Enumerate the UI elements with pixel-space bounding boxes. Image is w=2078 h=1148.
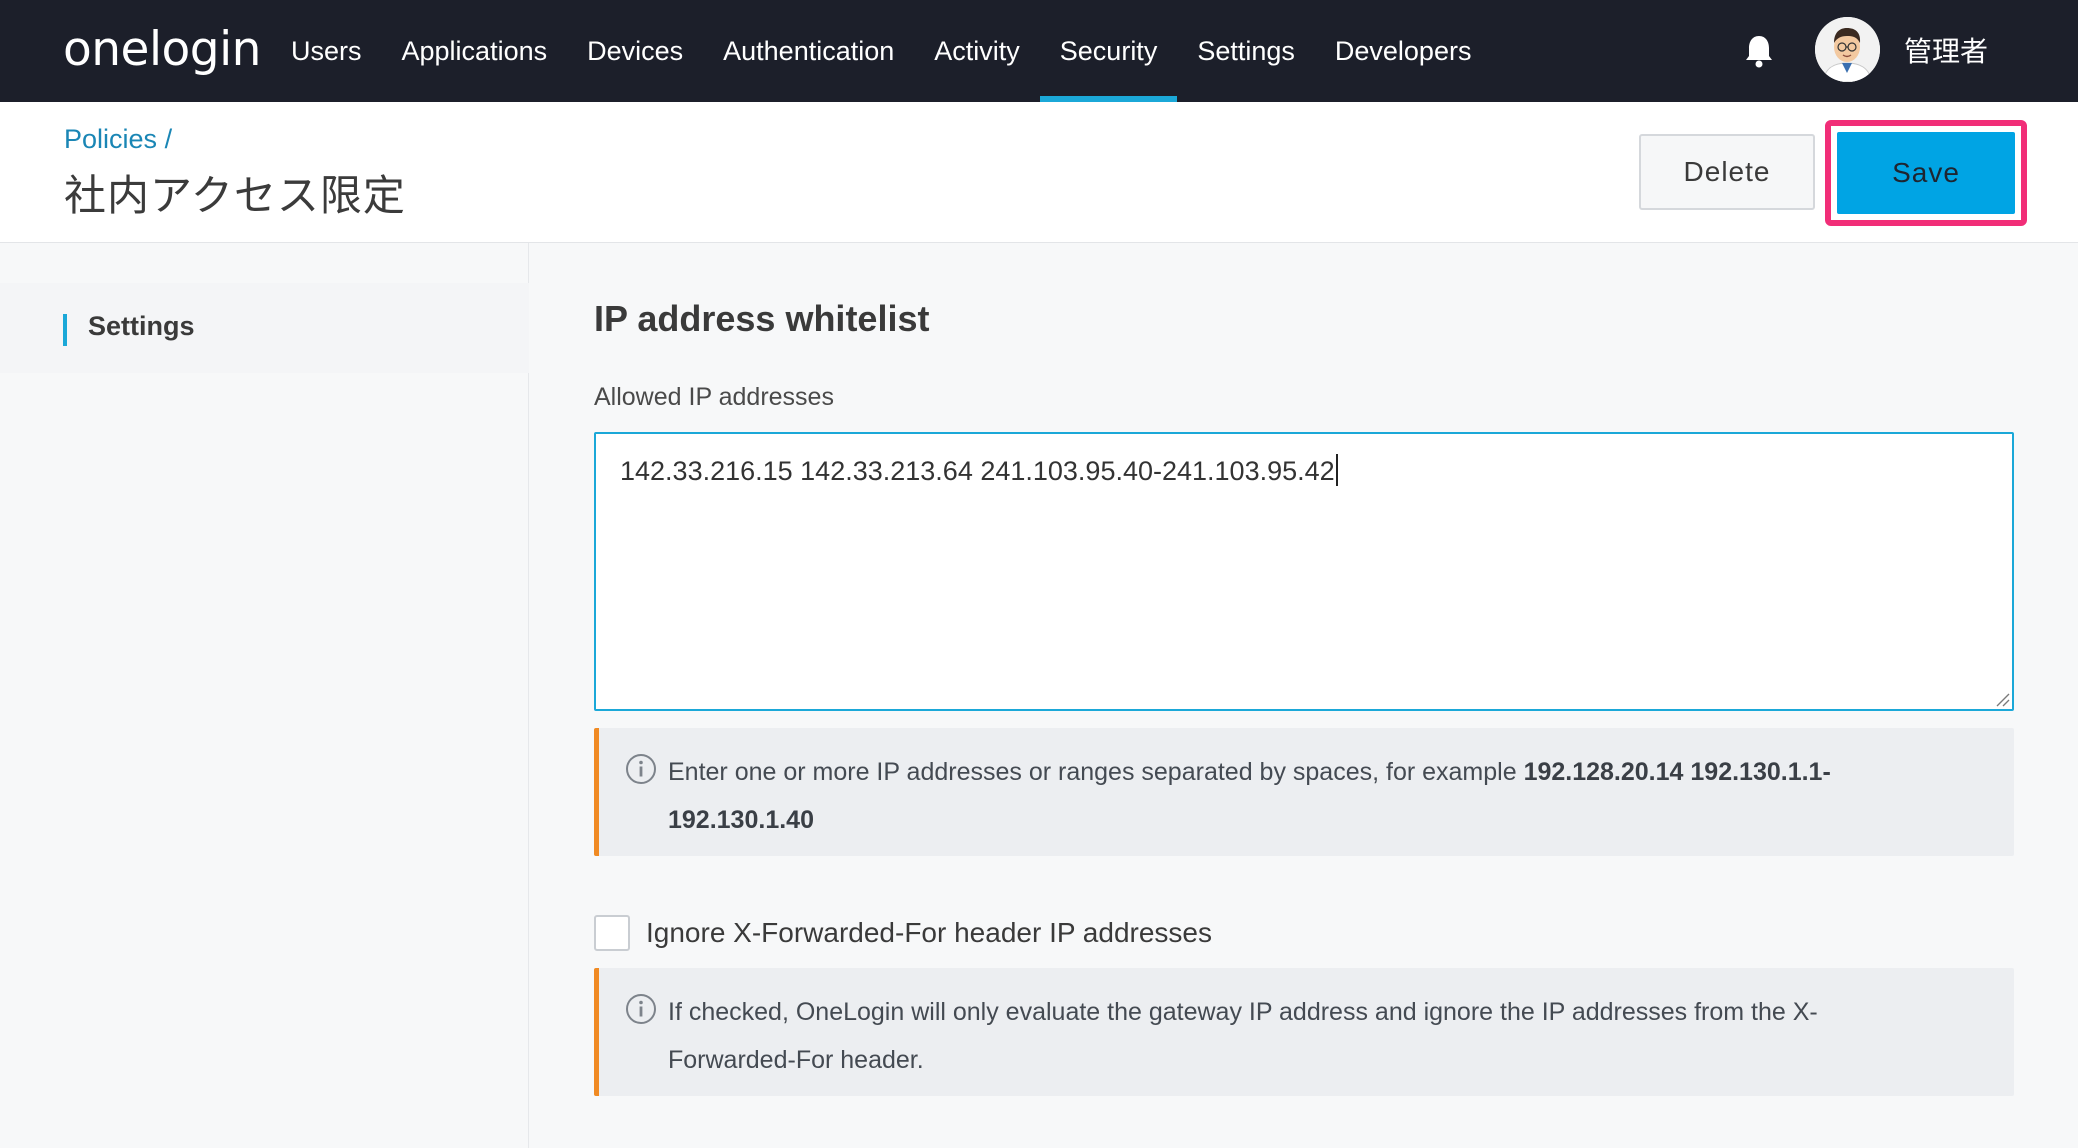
- nav-item-applications[interactable]: Applications: [382, 0, 568, 102]
- allowed-ips-textarea[interactable]: 142.33.216.15 142.33.213.64 241.103.95.4…: [594, 432, 2014, 711]
- nav-item-settings[interactable]: Settings: [1177, 0, 1315, 102]
- sidebar: Settings: [0, 243, 529, 1148]
- sidebar-item-label: Settings: [88, 311, 195, 341]
- sidebar-item-settings[interactable]: Settings: [0, 283, 529, 373]
- top-navigation-bar: onelogin Users Applications Devices Auth…: [0, 0, 2078, 102]
- user-name[interactable]: 管理者: [1904, 30, 1988, 70]
- info-icon: [626, 754, 656, 784]
- avatar[interactable]: [1815, 17, 1880, 82]
- section-title: IP address whitelist: [594, 298, 930, 339]
- main-nav: Users Applications Devices Authenticatio…: [271, 0, 1491, 102]
- page-header: Policies / 社内アクセス限定 Delete Save: [0, 102, 2078, 243]
- breadcrumb: Policies /: [64, 124, 172, 155]
- nav-item-developers[interactable]: Developers: [1315, 0, 1492, 102]
- breadcrumb-separator: /: [164, 124, 173, 154]
- xff-info-box: If checked, OneLogin will only evaluate …: [594, 968, 2014, 1096]
- nav-item-users[interactable]: Users: [271, 0, 382, 102]
- text-cursor: [1335, 454, 1338, 486]
- info-text: Enter one or more IP addresses or ranges…: [668, 758, 1524, 786]
- nav-item-devices[interactable]: Devices: [567, 0, 703, 102]
- info-icon: [626, 994, 656, 1024]
- delete-button[interactable]: Delete: [1639, 134, 1815, 210]
- breadcrumb-policies-link[interactable]: Policies: [64, 124, 157, 154]
- onelogin-logo[interactable]: onelogin: [63, 22, 261, 77]
- nav-item-authentication[interactable]: Authentication: [703, 0, 914, 102]
- allowed-ips-value: 142.33.216.15 142.33.213.64 241.103.95.4…: [620, 456, 1335, 486]
- page-title: 社内アクセス限定: [64, 171, 406, 220]
- page-body: Settings IP address whitelist Allowed IP…: [0, 243, 2078, 1148]
- ignore-xff-checkbox[interactable]: [594, 915, 630, 951]
- ignore-xff-row: Ignore X-Forwarded-For header IP address…: [594, 914, 1212, 952]
- save-button[interactable]: Save: [1837, 132, 2015, 214]
- resize-handle-icon[interactable]: [1994, 691, 2010, 707]
- info-text: If checked, OneLogin will only evaluate …: [668, 998, 1818, 1074]
- bell-icon[interactable]: [1743, 33, 1775, 69]
- ip-format-info-box: Enter one or more IP addresses or ranges…: [594, 728, 2014, 856]
- nav-item-security[interactable]: Security: [1039, 0, 1178, 102]
- nav-item-activity[interactable]: Activity: [914, 0, 1040, 102]
- ignore-xff-label[interactable]: Ignore X-Forwarded-For header IP address…: [646, 917, 1212, 949]
- allowed-ips-label: Allowed IP addresses: [594, 383, 834, 411]
- active-indicator: [63, 314, 67, 346]
